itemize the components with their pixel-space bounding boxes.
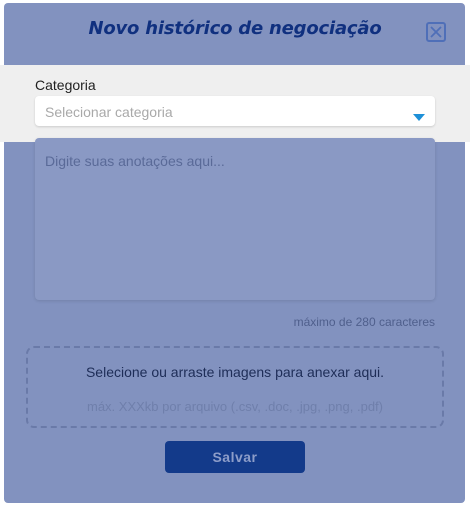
category-select-value: Selecionar categoria <box>45 104 173 120</box>
category-label: Categoria <box>35 77 96 93</box>
notes-placeholder: Digite suas anotações aqui... <box>45 153 225 169</box>
save-button[interactable]: Salvar <box>165 441 305 473</box>
category-section: Categoria Selecionar categoria <box>0 65 470 142</box>
category-select[interactable]: Selecionar categoria <box>35 96 435 126</box>
character-limit-text: máximo de 280 caracteres <box>293 315 435 329</box>
close-icon <box>430 26 442 38</box>
close-button[interactable] <box>426 22 446 42</box>
attachment-dropzone[interactable]: Selecione ou arraste imagens para anexar… <box>26 346 444 428</box>
dropzone-instruction: Selecione ou arraste imagens para anexar… <box>85 364 385 380</box>
notes-textarea[interactable]: Digite suas anotações aqui... <box>35 138 435 300</box>
modal-title: Novo histórico de negociação <box>88 18 382 39</box>
dropzone-file-hint: máx. XXXkb por arquivo (.csv, .doc, .jpg… <box>86 399 383 414</box>
chevron-down-icon <box>413 108 425 126</box>
